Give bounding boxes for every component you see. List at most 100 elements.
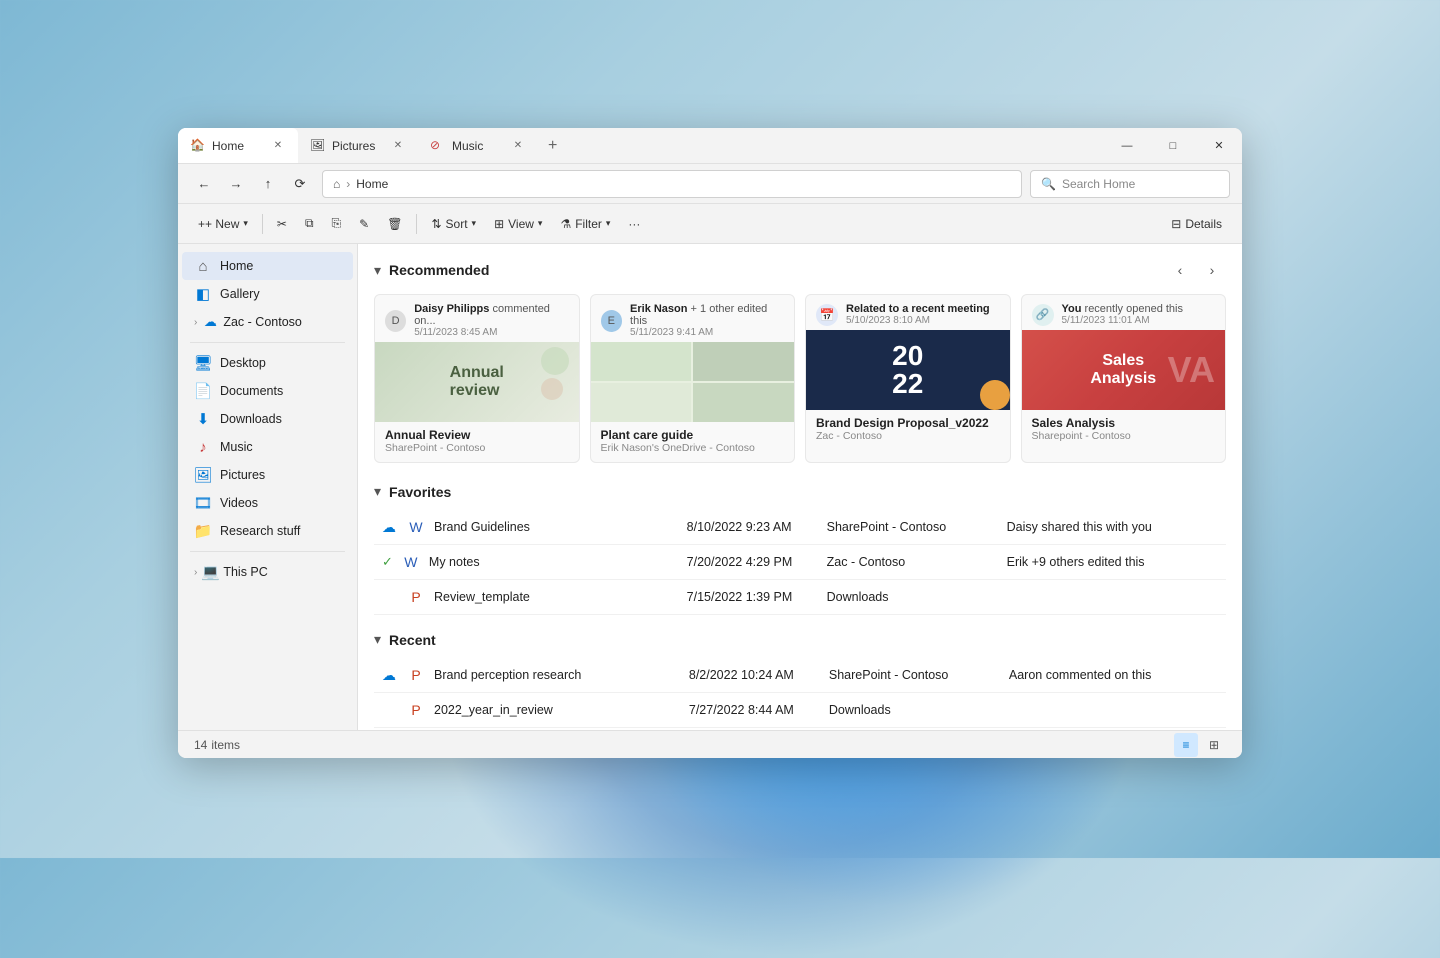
sort-chevron-icon: ▾ xyxy=(472,218,477,229)
rec-card-annual-review[interactable]: D Daisy Philipps commented on... 5/11/20… xyxy=(374,294,580,463)
rename-icon: ✎ xyxy=(359,217,369,231)
recent-toggle[interactable]: ▾ xyxy=(374,631,381,648)
filter-button[interactable]: ⚗ Filter ▾ xyxy=(552,213,618,235)
recommended-toggle[interactable]: ▾ xyxy=(374,262,381,279)
tab-pictures[interactable]: 🖼 Pictures ✕ xyxy=(298,128,418,163)
card-thumbnail: Annualreview xyxy=(375,342,579,422)
list-view-button[interactable]: ≡ xyxy=(1174,733,1198,757)
cut-button[interactable]: ✂ xyxy=(269,213,295,235)
new-label: + New xyxy=(205,217,239,231)
sales-thumb: SalesAnalysis VA xyxy=(1022,330,1226,410)
file-location: Downloads xyxy=(821,693,1001,728)
view-button[interactable]: ⊞ View ▾ xyxy=(486,213,550,235)
sidebar-item-desktop[interactable]: 🖥 Desktop 📌 xyxy=(182,349,353,377)
cmd-divider-2 xyxy=(416,214,417,234)
word-icon: W xyxy=(406,517,426,537)
delete-button[interactable]: 🗑 xyxy=(379,213,410,235)
folder-icon: 📁 xyxy=(194,522,212,540)
refresh-button[interactable]: ⟳ xyxy=(286,170,314,198)
file-activity: Erik +9 others edited this xyxy=(999,545,1226,580)
rename-button[interactable]: ✎ xyxy=(351,213,377,235)
home-tab-icon: 🏠 xyxy=(190,138,206,154)
up-button[interactable]: ↑ xyxy=(254,170,282,198)
sidebar-divider xyxy=(190,342,345,343)
recommended-section-header: ▾ Recommended ‹ › xyxy=(374,256,1226,284)
sidebar-gallery-label: Gallery xyxy=(220,287,260,301)
card-user-name: Related to a recent meeting xyxy=(846,303,990,315)
expand-chevron-icon-2: › xyxy=(194,567,197,578)
recommended-title: Recommended xyxy=(389,262,489,278)
sidebar-pictures-label: Pictures xyxy=(220,468,265,482)
more-icon: ··· xyxy=(628,217,640,231)
close-button[interactable]: ✕ xyxy=(1196,128,1242,164)
card-location: SharePoint - Contoso xyxy=(385,442,569,454)
music-tab-icon: ⊘ xyxy=(430,138,446,154)
maximize-button[interactable]: □ xyxy=(1150,128,1196,164)
rec-card-brand-design[interactable]: 📅 Related to a recent meeting 5/10/2023 … xyxy=(805,294,1011,463)
recent-section-header: ▾ Recent xyxy=(374,631,1226,648)
new-tab-button[interactable]: + xyxy=(538,128,567,163)
back-button[interactable]: ← xyxy=(190,170,218,198)
table-row[interactable]: ☁ P Brand perception research 8/2/2022 1… xyxy=(374,658,1226,693)
thumb-cell xyxy=(591,342,692,381)
command-bar: + + New ▾ ✂ ⧉ ⎘ ✎ 🗑 ⇅ Sort ▾ ⊞ View ▾ ⚗ … xyxy=(178,204,1242,244)
tab-music-label: Music xyxy=(452,139,504,153)
grid-view-button[interactable]: ⊞ xyxy=(1202,733,1226,757)
rec-card-header-text: You recently opened this 5/11/2023 11:01… xyxy=(1062,303,1183,326)
favorites-toggle[interactable]: ▾ xyxy=(374,483,381,500)
file-activity xyxy=(999,580,1226,615)
more-button[interactable]: ··· xyxy=(620,213,648,235)
sidebar-item-onedrive[interactable]: › ☁ Zac - Contoso xyxy=(182,308,353,336)
tab-music[interactable]: ⊘ Music ✕ xyxy=(418,128,538,163)
expand-chevron-icon: › xyxy=(194,317,197,328)
sidebar-item-videos[interactable]: 🎞 Videos 📌 xyxy=(182,489,353,517)
sidebar-item-gallery[interactable]: ◧ Gallery xyxy=(182,280,353,308)
check-icon: ✓ xyxy=(382,554,393,570)
details-button[interactable]: ⊟ Details xyxy=(1163,213,1230,235)
table-row[interactable]: ✓ W My notes 7/20/2022 4:29 PM Zac - Con… xyxy=(374,545,1226,580)
tab-home-close[interactable]: ✕ xyxy=(270,138,286,154)
tab-home[interactable]: 🏠 Home ✕ xyxy=(178,128,298,163)
table-row[interactable]: P Review_template 7/15/2022 1:39 PM Down… xyxy=(374,580,1226,615)
address-bar[interactable]: ⌂ › Home xyxy=(322,170,1022,198)
forward-button[interactable]: → xyxy=(222,170,250,198)
recommended-prev-button[interactable]: ‹ xyxy=(1166,256,1194,284)
sidebar-item-thispc[interactable]: › 💻 This PC xyxy=(182,558,353,586)
sidebar-item-downloads[interactable]: ⬇ Downloads 📌 xyxy=(182,405,353,433)
user-avatar: D xyxy=(385,310,406,332)
card-thumbnail: 2022 xyxy=(806,330,1010,410)
search-bar[interactable]: 🔍 Search Home xyxy=(1030,170,1230,198)
sort-button[interactable]: ⇅ Sort ▾ xyxy=(423,213,484,235)
home-icon: ⌂ xyxy=(194,257,212,275)
tab-music-close[interactable]: ✕ xyxy=(510,138,526,154)
cmd-divider-1 xyxy=(262,214,263,234)
minimize-button[interactable]: — xyxy=(1104,128,1150,164)
onedrive-icon: ☁ xyxy=(201,313,219,331)
new-button[interactable]: + + New ▾ xyxy=(190,213,256,235)
recommended-next-button[interactable]: › xyxy=(1198,256,1226,284)
rec-card-sales-analysis[interactable]: 🔗 You recently opened this 5/11/2023 11:… xyxy=(1021,294,1227,463)
paste-button[interactable]: ⎘ xyxy=(324,212,350,235)
file-location: Zac - Contoso xyxy=(819,545,999,580)
copy-button[interactable]: ⧉ xyxy=(297,212,322,235)
favorites-table: ☁ W Brand Guidelines 8/10/2022 9:23 AM S… xyxy=(374,510,1226,615)
thumb-text: Annualreview xyxy=(440,354,514,410)
rec-card-plant-care[interactable]: E Erik Nason + 1 other edited this 5/11/… xyxy=(590,294,796,463)
sidebar-item-music[interactable]: ♪ Music 📌 xyxy=(182,433,353,461)
table-row[interactable]: ☁ W Brand Guidelines 8/10/2022 9:23 AM S… xyxy=(374,510,1226,545)
table-row[interactable]: P 2022_year_in_review 7/27/2022 8:44 AM … xyxy=(374,693,1226,728)
tabs-area: 🏠 Home ✕ 🖼 Pictures ✕ ⊘ Music ✕ + xyxy=(178,128,1104,163)
sidebar-thispc-label: This PC xyxy=(223,565,267,579)
file-name: Brand perception research xyxy=(434,668,581,682)
main-panel: ▾ Recommended ‹ › D Daisy Philipps comme… xyxy=(358,244,1242,730)
sort-label: Sort xyxy=(446,217,468,231)
search-placeholder: Search Home xyxy=(1062,177,1135,191)
file-date: 8/2/2022 10:24 AM xyxy=(681,658,821,693)
sidebar-item-pictures[interactable]: 🖼 Pictures 📌 xyxy=(182,461,353,489)
file-name: Review_template xyxy=(434,590,530,604)
sidebar-item-research[interactable]: 📁 Research stuff xyxy=(182,517,353,545)
sidebar-item-home[interactable]: ⌂ Home xyxy=(182,252,353,280)
file-activity: Aaron commented on this xyxy=(1001,658,1226,693)
sidebar-item-documents[interactable]: 📄 Documents 📌 xyxy=(182,377,353,405)
tab-pictures-close[interactable]: ✕ xyxy=(390,138,406,154)
